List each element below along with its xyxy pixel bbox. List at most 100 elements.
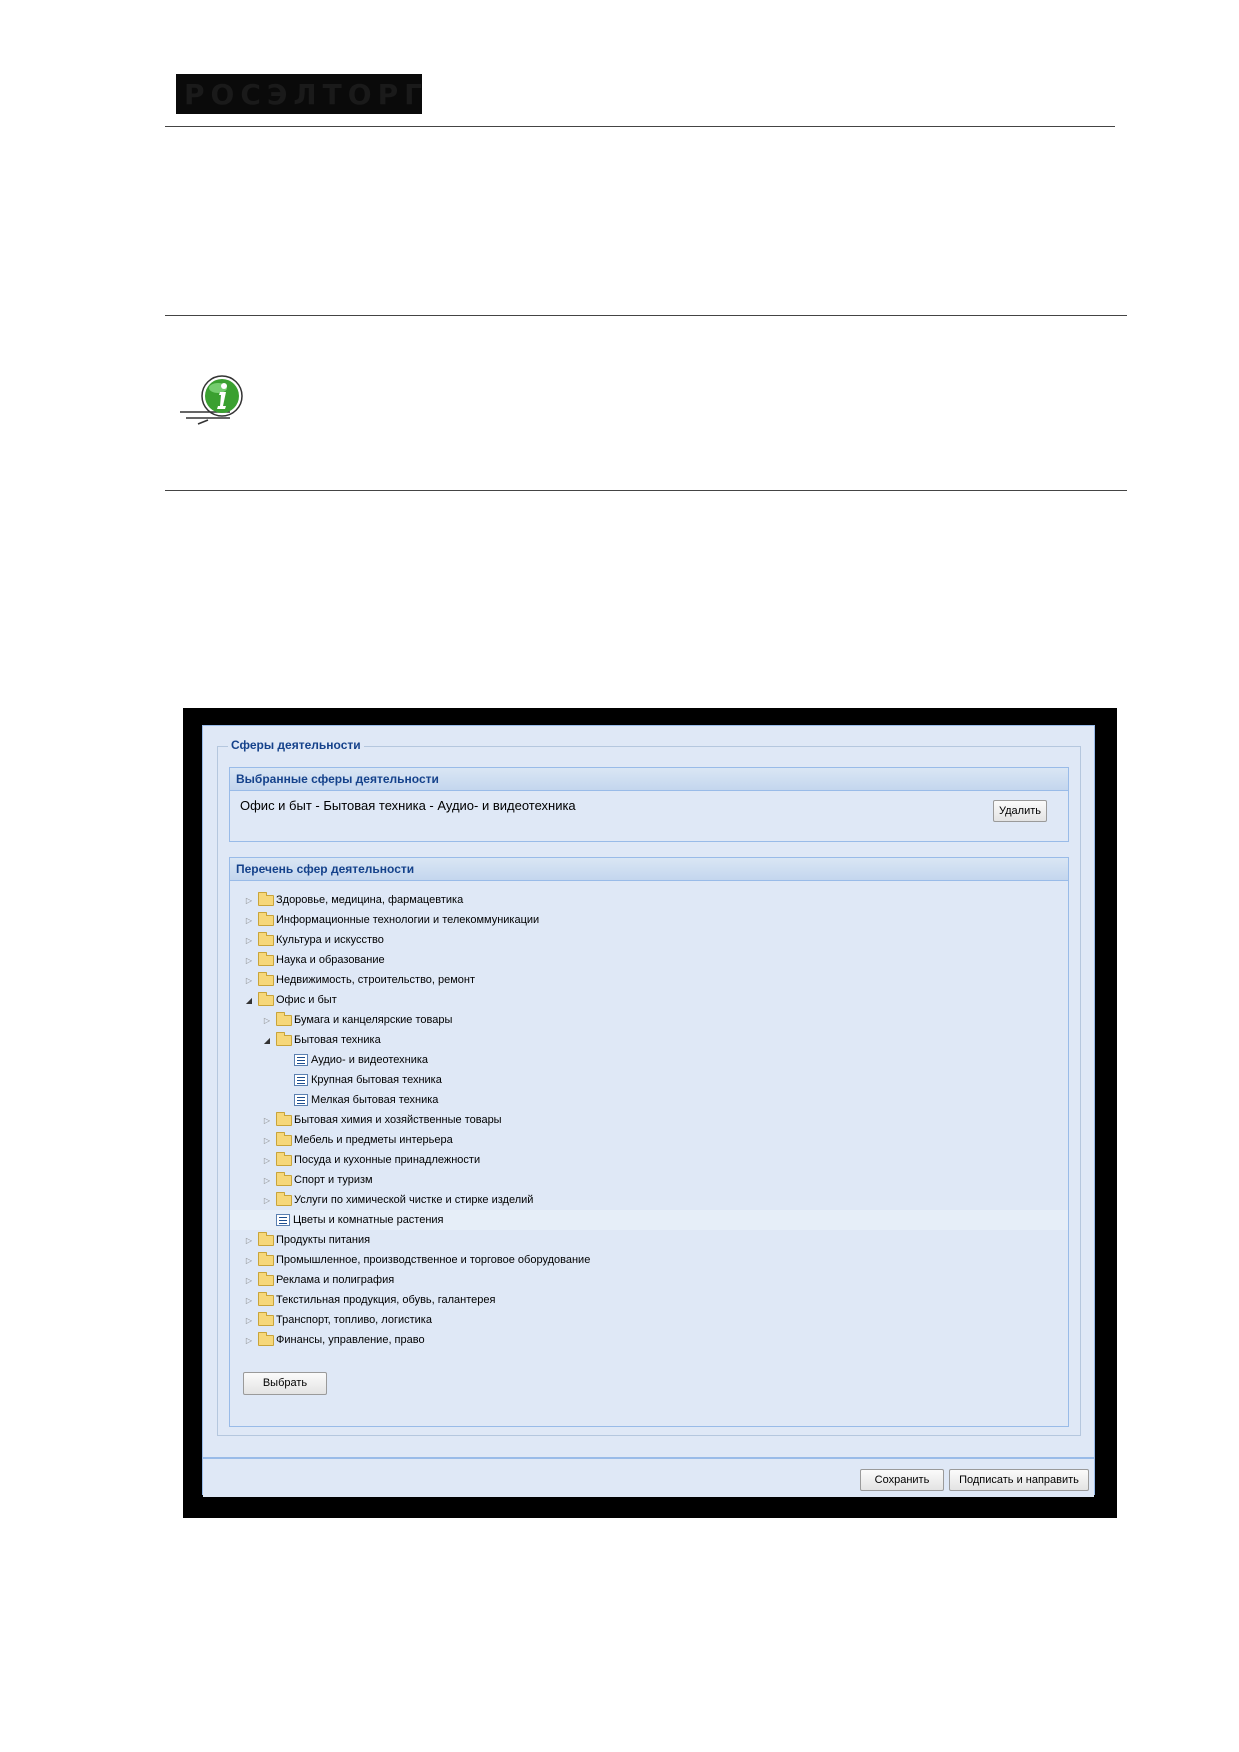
expand-arrow-icon[interactable]: ▷ [243,950,255,970]
tree-node[interactable]: ▷ Информационные технологии и телекоммуни… [230,910,1068,930]
expand-arrow-icon[interactable]: ▷ [243,1310,255,1330]
expand-arrow-icon[interactable]: ▷ [243,1230,255,1250]
tree-node-label: Цветы и комнатные растения [293,1214,444,1226]
selected-areas-title: Выбранные сферы деятельности [230,768,1068,791]
tree-node[interactable]: ▷ Посуда и кухонные принадлежности [230,1150,1068,1170]
screenshot-frame: Сферы деятельности Выбранные сферы деяте… [183,708,1117,1518]
expand-arrow-icon[interactable]: ▷ [261,1170,273,1190]
tree-node-label: Продукты питания [276,1234,371,1246]
expand-arrow-icon[interactable]: ▷ [243,1250,255,1270]
leaf-item-icon [276,1214,290,1226]
info-note-icon [180,375,243,425]
tree-node-label: Транспорт, топливо, логистика [276,1314,432,1326]
folder-icon [276,1131,292,1146]
tree-node[interactable]: ▷ Мебель и предметы интерьера [230,1130,1068,1150]
folder-icon [276,1191,292,1206]
tree-node[interactable]: ▷ Текстильная продукция, обувь, галантере… [230,1290,1068,1310]
folder-icon [258,1291,274,1306]
expand-arrow-icon[interactable]: ▷ [243,1290,255,1310]
folder-icon [258,1271,274,1286]
tree-node-label: Бытовая техника [294,1034,381,1046]
tree-node-label: Бытовая химия и хозяйственные товары [294,1114,502,1126]
expand-arrow-icon[interactable]: ▷ [243,970,255,990]
note-top-divider [165,315,1127,316]
tree-node-label: Наука и образование [276,954,385,966]
tree-node[interactable]: ▷ Бытовая химия и хозяйственные товары [230,1110,1068,1130]
expand-arrow-icon[interactable]: ▷ [261,1190,273,1210]
tree-node-label: Бумага и канцелярские товары [294,1014,453,1026]
tree-node[interactable]: ▷ Промышленное, производственное и торгов… [230,1250,1068,1270]
areas-tree: ▷ Здоровье, медицина, фармацевтика ▷ Информ… [230,890,1068,1350]
tree-node[interactable]: ▷ Транспорт, топливо, логистика [230,1310,1068,1330]
delete-button[interactable]: Удалить [993,800,1047,822]
tree-node[interactable]: ▷ Реклама и полиграфия [230,1270,1068,1290]
folder-icon [258,891,274,906]
expand-arrow-icon[interactable]: ▷ [243,930,255,950]
tree-node[interactable]: Крупная бытовая техника [230,1070,1068,1090]
tree-node[interactable]: ▷ Культура и искусство [230,930,1068,950]
folder-icon [276,1151,292,1166]
folder-icon [258,911,274,926]
folder-icon [276,1011,292,1026]
tree-node[interactable]: Аудио- и видеотехника [230,1050,1068,1070]
tree-node-label: Спорт и туризм [294,1174,373,1186]
tree-node[interactable]: Цветы и комнатные растения [230,1210,1068,1230]
tree-node-label: Посуда и кухонные принадлежности [294,1154,481,1166]
folder-icon [276,1111,292,1126]
folder-icon [258,1331,274,1346]
folder-icon [276,1031,292,1046]
tree-node[interactable]: ▷ Финансы, управление, право [230,1330,1068,1350]
tree-node[interactable]: ▷ Бумага и канцелярские товары [230,1010,1068,1030]
tree-node[interactable]: ▷ Здоровье, медицина, фармацевтика [230,890,1068,910]
folder-icon [258,991,274,1006]
tree-node-label: Культура и искусство [276,934,384,946]
logo-text: РОСЭЛТОРГ [184,77,428,111]
tree-node[interactable]: ◢ Офис и быт [230,990,1068,1010]
save-button[interactable]: Сохранить [860,1469,944,1491]
tree-node-label: Мелкая бытовая техника [311,1094,439,1106]
expand-arrow-icon[interactable]: ▷ [261,1150,273,1170]
sign-and-send-button[interactable]: Подписать и направить [949,1469,1089,1491]
tree-node-label: Здоровье, медицина, фармацевтика [276,894,464,906]
folder-icon [276,1171,292,1186]
expand-arrow-icon[interactable]: ▷ [261,1110,273,1130]
window-footer: Сохранить Подписать и направить [203,1457,1094,1497]
tree-node[interactable]: ▷ Недвижимость, строительство, ремонт [230,970,1068,990]
collapse-arrow-icon[interactable]: ◢ [261,1030,273,1050]
folder-icon [258,1231,274,1246]
leaf-item-icon [294,1094,308,1106]
areas-list-title: Перечень сфер деятельности [230,858,1068,881]
folder-icon [258,1251,274,1266]
expand-arrow-icon[interactable]: ▷ [243,1270,255,1290]
tree-node-label: Аудио- и видеотехника [311,1054,429,1066]
header-divider [165,126,1115,127]
tree-node[interactable]: ◢ Бытовая техника [230,1030,1068,1050]
tree-node[interactable]: ▷ Спорт и туризм [230,1170,1068,1190]
tree-node-label: Мебель и предметы интерьера [294,1134,453,1146]
folder-icon [258,931,274,946]
fieldset-legend: Сферы деятельности [228,738,364,752]
tree-node[interactable]: ▷ Продукты питания [230,1230,1068,1250]
tree-node-label: Информационные технологии и телекоммуник… [276,914,540,926]
expand-arrow-icon[interactable]: ▷ [243,910,255,930]
expand-arrow-icon[interactable]: ▷ [243,1330,255,1350]
tree-node-label: Крупная бытовая техника [311,1074,442,1086]
collapse-arrow-icon[interactable]: ◢ [243,990,255,1010]
tree-node-label: Реклама и полиграфия [276,1274,395,1286]
tree-node-label: Текстильная продукция, обувь, галантерея [276,1294,496,1306]
tree-node[interactable]: ▷ Услуги по химической чистке и стирке из… [230,1190,1068,1210]
expand-arrow-icon[interactable]: ▷ [261,1130,273,1150]
select-button[interactable]: Выбрать [243,1372,327,1395]
expand-arrow-icon[interactable]: ▷ [261,1010,273,1030]
expand-arrow-icon[interactable]: ▷ [243,890,255,910]
tree-node-label: Услуги по химической чистке и стирке изд… [294,1194,534,1206]
activity-areas-window: Сферы деятельности Выбранные сферы деяте… [202,725,1095,1497]
tree-node[interactable]: Мелкая бытовая техника [230,1090,1068,1110]
tree-node-label: Финансы, управление, право [276,1334,425,1346]
areas-list-panel: Перечень сфер деятельности ▷ Здоровье, ме… [229,857,1069,1427]
tree-node[interactable]: ▷ Наука и образование [230,950,1068,970]
